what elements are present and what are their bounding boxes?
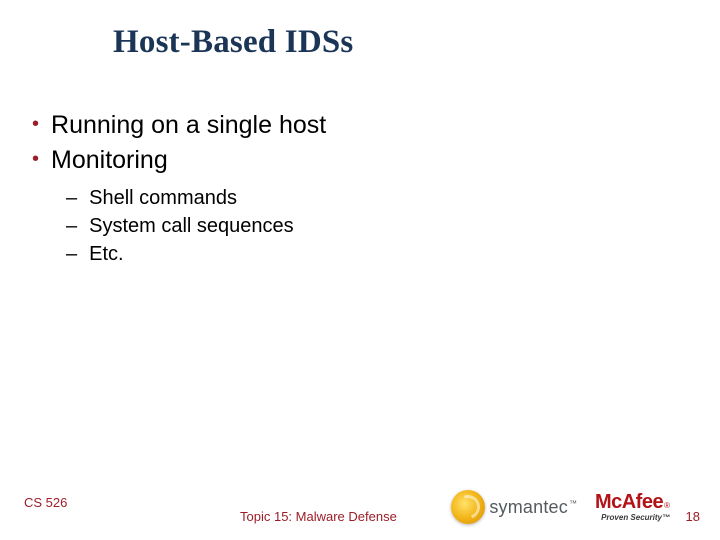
sub-bullet-item: – Shell commands (66, 184, 692, 212)
slide-title: Host-Based IDSs (113, 24, 692, 61)
bullet-text: Running on a single host (51, 109, 326, 142)
dash-icon: – (66, 240, 77, 268)
slide-number: 18 (686, 509, 700, 524)
sub-bullet-item: – Etc. (66, 240, 692, 268)
dash-icon: – (66, 212, 77, 240)
sub-bullet-text: System call sequences (89, 212, 294, 240)
slide-content: • Running on a single host • Monitoring … (28, 109, 692, 268)
symantec-swirl-icon (451, 490, 485, 524)
topic-label: Topic 15: Malware Defense (240, 509, 397, 524)
mcafee-tagline: Proven Security™ (601, 514, 670, 522)
symantec-logo: symantec™ (451, 490, 577, 524)
course-code: CS 526 (24, 495, 67, 510)
symantec-text: symantec (489, 497, 568, 517)
bullet-text: Monitoring (51, 144, 168, 177)
sub-bullet-text: Shell commands (89, 184, 237, 212)
bullet-dot-icon: • (32, 109, 39, 139)
sub-bullet-list: – Shell commands – System call sequences… (66, 184, 692, 268)
bullet-item: • Monitoring (28, 144, 692, 177)
dash-icon: – (66, 184, 77, 212)
bullet-item: • Running on a single host (28, 109, 692, 142)
sub-bullet-item: – System call sequences (66, 212, 692, 240)
trademark-icon: ™ (569, 499, 577, 508)
logo-row: symantec™ McAfee® Proven Security™ (451, 490, 670, 524)
bullet-dot-icon: • (32, 144, 39, 174)
mcafee-text: McAfee (595, 492, 663, 512)
symantec-wordmark: symantec™ (489, 497, 577, 518)
mcafee-wordmark: McAfee® (595, 492, 670, 512)
mcafee-logo: McAfee® Proven Security™ (595, 492, 670, 522)
sub-bullet-text: Etc. (89, 240, 123, 268)
slide: Host-Based IDSs • Running on a single ho… (0, 0, 720, 540)
registered-icon: ® (664, 502, 670, 510)
slide-footer: CS 526 Topic 15: Malware Defense symante… (0, 480, 720, 524)
